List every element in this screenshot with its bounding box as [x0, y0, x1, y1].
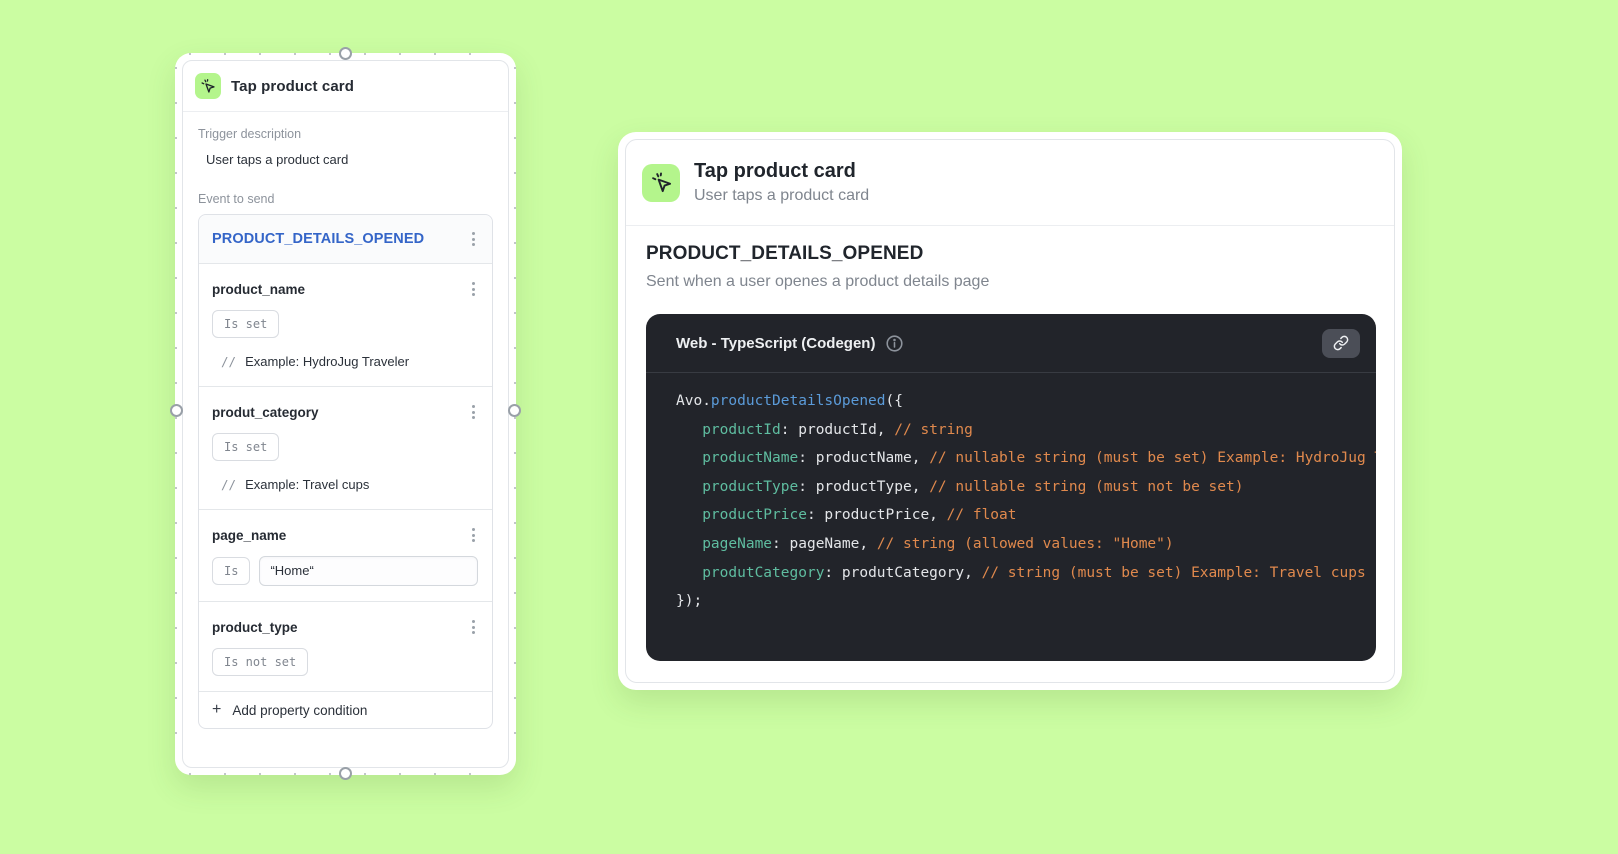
info-circle-icon[interactable]: [885, 334, 904, 353]
detail-card: Tap product card User taps a product car…: [625, 139, 1395, 683]
connection-handle-bottom[interactable]: [339, 767, 352, 780]
trigger-card: Tap product card Trigger description Use…: [182, 60, 509, 768]
property-section-page_name: page_name Is “Home“: [199, 510, 492, 602]
code-block: Web - TypeScript (Codegen) Avo.productDe…: [646, 314, 1376, 661]
detail-subtitle: User taps a product card: [694, 187, 870, 204]
kebab-menu-icon[interactable]: [467, 402, 480, 422]
trigger-node-title: Tap product card: [231, 77, 354, 95]
flow-canvas: { "colors": { "canvas_background": "#cbf…: [0, 0, 1618, 854]
trigger-description-label: Trigger description: [198, 127, 302, 141]
connection-handle-left[interactable]: [170, 404, 183, 417]
event-box: PRODUCT_DETAILS_OPENED product_name Is se…: [198, 214, 493, 729]
code-source-label: Web - TypeScript (Codegen): [676, 334, 876, 352]
event-description: Sent when a user openes a product detail…: [646, 273, 990, 290]
property-name: product_name: [212, 281, 306, 297]
tap-cursor-icon: [195, 73, 221, 99]
connection-handle-right[interactable]: [508, 404, 521, 417]
event-to-send-label: Event to send: [198, 192, 275, 206]
property-name: produt_category: [212, 404, 319, 420]
add-property-row[interactable]: + Add property condition: [199, 692, 492, 728]
property-name: product_type: [212, 619, 298, 635]
code-block-header: Web - TypeScript (Codegen): [646, 314, 1376, 373]
event-name-link[interactable]: PRODUCT_DETAILS_OPENED: [212, 231, 424, 247]
trigger-card-header: Tap product card: [183, 61, 508, 112]
property-name: page_name: [212, 527, 287, 543]
kebab-menu-icon[interactable]: [467, 525, 480, 545]
property-section-produt_category: produt_category Is set //Example: Travel c…: [199, 387, 492, 510]
operator-chip[interactable]: Is: [212, 557, 251, 585]
copy-link-button[interactable]: [1322, 328, 1360, 358]
trigger-card-body: Trigger description User taps a product …: [183, 112, 508, 729]
operator-chip[interactable]: Is not set: [212, 648, 309, 676]
property-section-product_type: product_type Is not set: [199, 602, 492, 692]
add-property-label: Add property condition: [232, 702, 368, 718]
trigger-description-value: User taps a product card: [206, 152, 349, 167]
property-value-input[interactable]: “Home“: [259, 556, 479, 586]
kebab-menu-icon[interactable]: [467, 229, 480, 249]
detail-title: Tap product card: [694, 160, 856, 182]
detail-card-header: Tap product card User taps a product car…: [626, 140, 1394, 226]
code-lines: Avo.productDetailsOpened({ productId: pr…: [676, 393, 1376, 610]
event-row[interactable]: PRODUCT_DETAILS_OPENED: [199, 215, 492, 264]
plus-icon: +: [212, 701, 222, 718]
event-detail-panel: Tap product card User taps a product car…: [618, 132, 1402, 690]
property-example: //Example: HydroJug Traveler: [221, 354, 410, 369]
detail-card-content: PRODUCT_DETAILS_OPENED Sent when a user …: [626, 226, 1394, 681]
connection-handle-top[interactable]: [339, 47, 352, 60]
operator-chip[interactable]: Is set: [212, 433, 280, 461]
kebab-menu-icon[interactable]: [467, 617, 480, 637]
event-heading: PRODUCT_DETAILS_OPENED: [646, 243, 924, 264]
kebab-menu-icon[interactable]: [467, 279, 480, 299]
property-section-product_name: product_name Is set //Example: HydroJug Tr…: [199, 264, 492, 387]
tap-cursor-icon: [642, 163, 680, 202]
trigger-node[interactable]: Tap product card Trigger description Use…: [170, 47, 521, 780]
operator-chip[interactable]: Is set: [212, 310, 280, 338]
property-example: //Example: Travel cups: [221, 477, 370, 492]
